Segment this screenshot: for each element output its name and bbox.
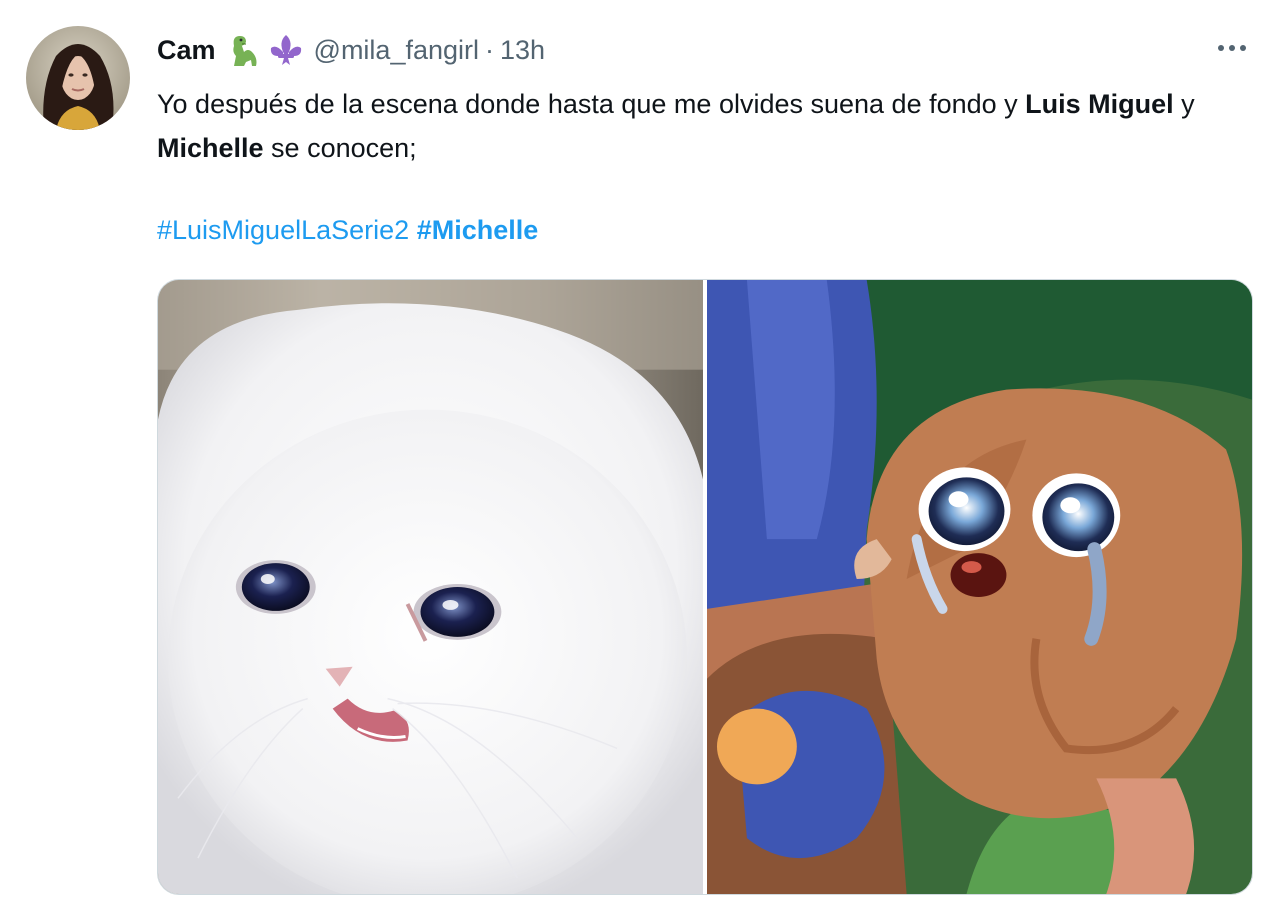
header-separator: · [485,34,494,65]
crying-white-cat-image [158,280,703,894]
tweet-timestamp[interactable]: 13h [500,35,545,66]
fleur-de-lis-icon [268,32,304,68]
crying-cartoon-mouse-image [707,280,1252,894]
avatar[interactable] [26,26,130,130]
tweet-text-bold-name: Luis Miguel [1025,89,1174,119]
tweet-media [157,279,1253,895]
hashtag-link[interactable]: #Michelle [417,215,539,245]
dinosaur-icon [226,32,262,68]
tweet-header: Cam @mila_fangirl · 13h [157,30,545,70]
user-handle[interactable]: @mila_fangirl [314,35,479,66]
hashtag-link[interactable]: #LuisMiguelLaSerie2 [157,215,409,245]
tweet-text-part: y [1173,89,1195,119]
more-horizontal-icon [1218,45,1246,51]
media-photo-2[interactable] [707,280,1252,894]
hashtags: #LuisMiguelLaSerie2 #Michelle [157,208,538,252]
avatar-image [26,26,130,130]
tweet-text: Yo después de la escena donde hasta que … [157,82,1257,170]
tweet-text-bold-name: Michelle [157,133,264,163]
media-photo-1[interactable] [158,280,703,894]
tweet-text-part: se conocen; [263,133,417,163]
display-name[interactable]: Cam [157,35,216,66]
tweet-text-part: Yo después de la escena donde hasta que … [157,89,1026,119]
more-button[interactable] [1212,34,1252,62]
